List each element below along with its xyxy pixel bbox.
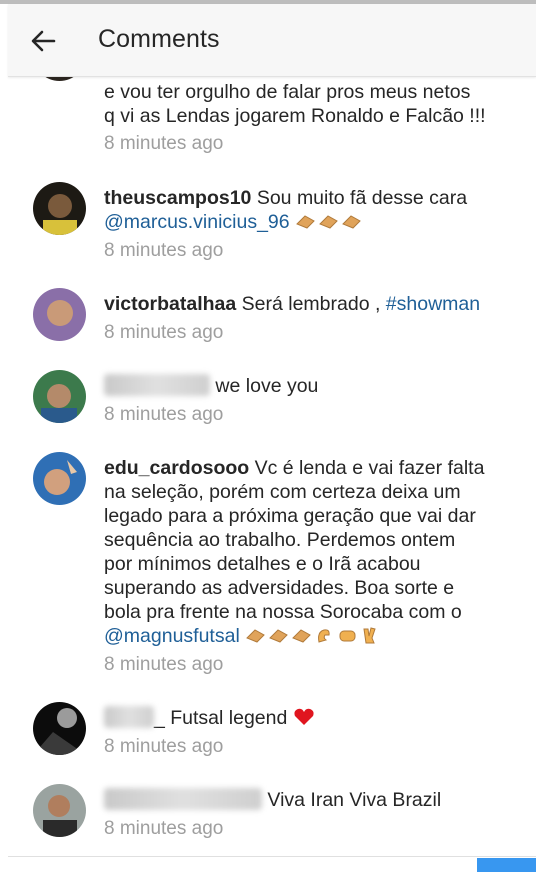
mention-link[interactable]: @magnusfutsal: [104, 625, 240, 647]
page-title: Comments: [98, 25, 220, 53]
comment-text: theuscampos10 Sou muito fã desse cara @m…: [104, 186, 524, 234]
comment-username[interactable]: victorbatalhaa: [104, 293, 236, 315]
comment-username[interactable]: theuscampos10: [104, 187, 251, 209]
comment-input-divider: [8, 856, 536, 857]
avatar[interactable]: [33, 784, 86, 837]
blurred-username: [104, 706, 154, 728]
comment-list: e vou ter orgulho de falar pros meus net…: [0, 0, 536, 872]
comment-line: por mínimos detalhes e o Irã acabou: [104, 553, 421, 575]
hashtag-link[interactable]: #showman: [386, 293, 480, 315]
comment-body: Será lembrado ,: [236, 293, 386, 315]
comment-text: e vou ter orgulho de falar pros meus net…: [104, 80, 524, 128]
comment-text: _ Futsal legend: [104, 706, 524, 730]
red-heart-icon: [293, 707, 315, 729]
comment-time: 8 minutes ago: [104, 818, 224, 839]
comment-username[interactable]: edu_cardosooo: [104, 457, 249, 479]
comment-body: Sou muito fã desse cara: [251, 187, 468, 209]
comment-line: e vou ter orgulho de falar pros meus net…: [104, 81, 471, 103]
blurred-username: [104, 374, 210, 396]
comment-time: 8 minutes ago: [104, 133, 224, 154]
mention-link[interactable]: @marcus.vinicius_96: [104, 211, 290, 233]
comment-time: 8 minutes ago: [104, 322, 224, 343]
comment-line: na seleção, porém com certeza deixa um: [104, 481, 461, 503]
comment-body: we love you: [210, 375, 319, 397]
avatar[interactable]: [33, 288, 86, 341]
comment-line: bola pra frente na nossa Sorocaba com o: [104, 601, 462, 623]
comment-body: _ Futsal legend: [154, 707, 293, 729]
comment-text: victorbatalhaa Será lembrado , #showman: [104, 292, 524, 316]
avatar[interactable]: [33, 182, 86, 235]
comment-time: 8 minutes ago: [104, 240, 224, 261]
comment-line: sequência ao trabalho. Perdemos ontem: [104, 529, 456, 551]
comment-text: we love you: [104, 374, 524, 398]
emoji-row-icon: [245, 625, 383, 647]
comment-time: 8 minutes ago: [104, 404, 224, 425]
avatar[interactable]: [33, 452, 86, 505]
comment-line: q vi as Lendas jogarem Ronaldo e Falcão …: [104, 105, 486, 127]
clap-emoji-icon: [295, 211, 364, 233]
comment-line: superando as adversidades. Boa sorte e: [104, 577, 455, 599]
blurred-username: [104, 788, 262, 810]
app-header: Comments: [8, 4, 536, 77]
avatar[interactable]: [33, 702, 86, 755]
avatar[interactable]: [33, 370, 86, 423]
comment-time: 8 minutes ago: [104, 736, 224, 757]
post-button[interactable]: [477, 858, 536, 872]
comment-body: Vc é lenda e vai fazer falta: [249, 457, 485, 479]
comment-text: edu_cardosooo Vc é lenda e vai fazer fal…: [104, 456, 524, 648]
comment-body: Viva Iran Viva Brazil: [262, 789, 442, 811]
comment-time: 8 minutes ago: [104, 654, 224, 675]
back-arrow-icon[interactable]: [28, 26, 58, 56]
comment-text: Viva Iran Viva Brazil: [104, 788, 524, 812]
comment-line: legado para a próxima geração que vai da…: [104, 505, 476, 527]
